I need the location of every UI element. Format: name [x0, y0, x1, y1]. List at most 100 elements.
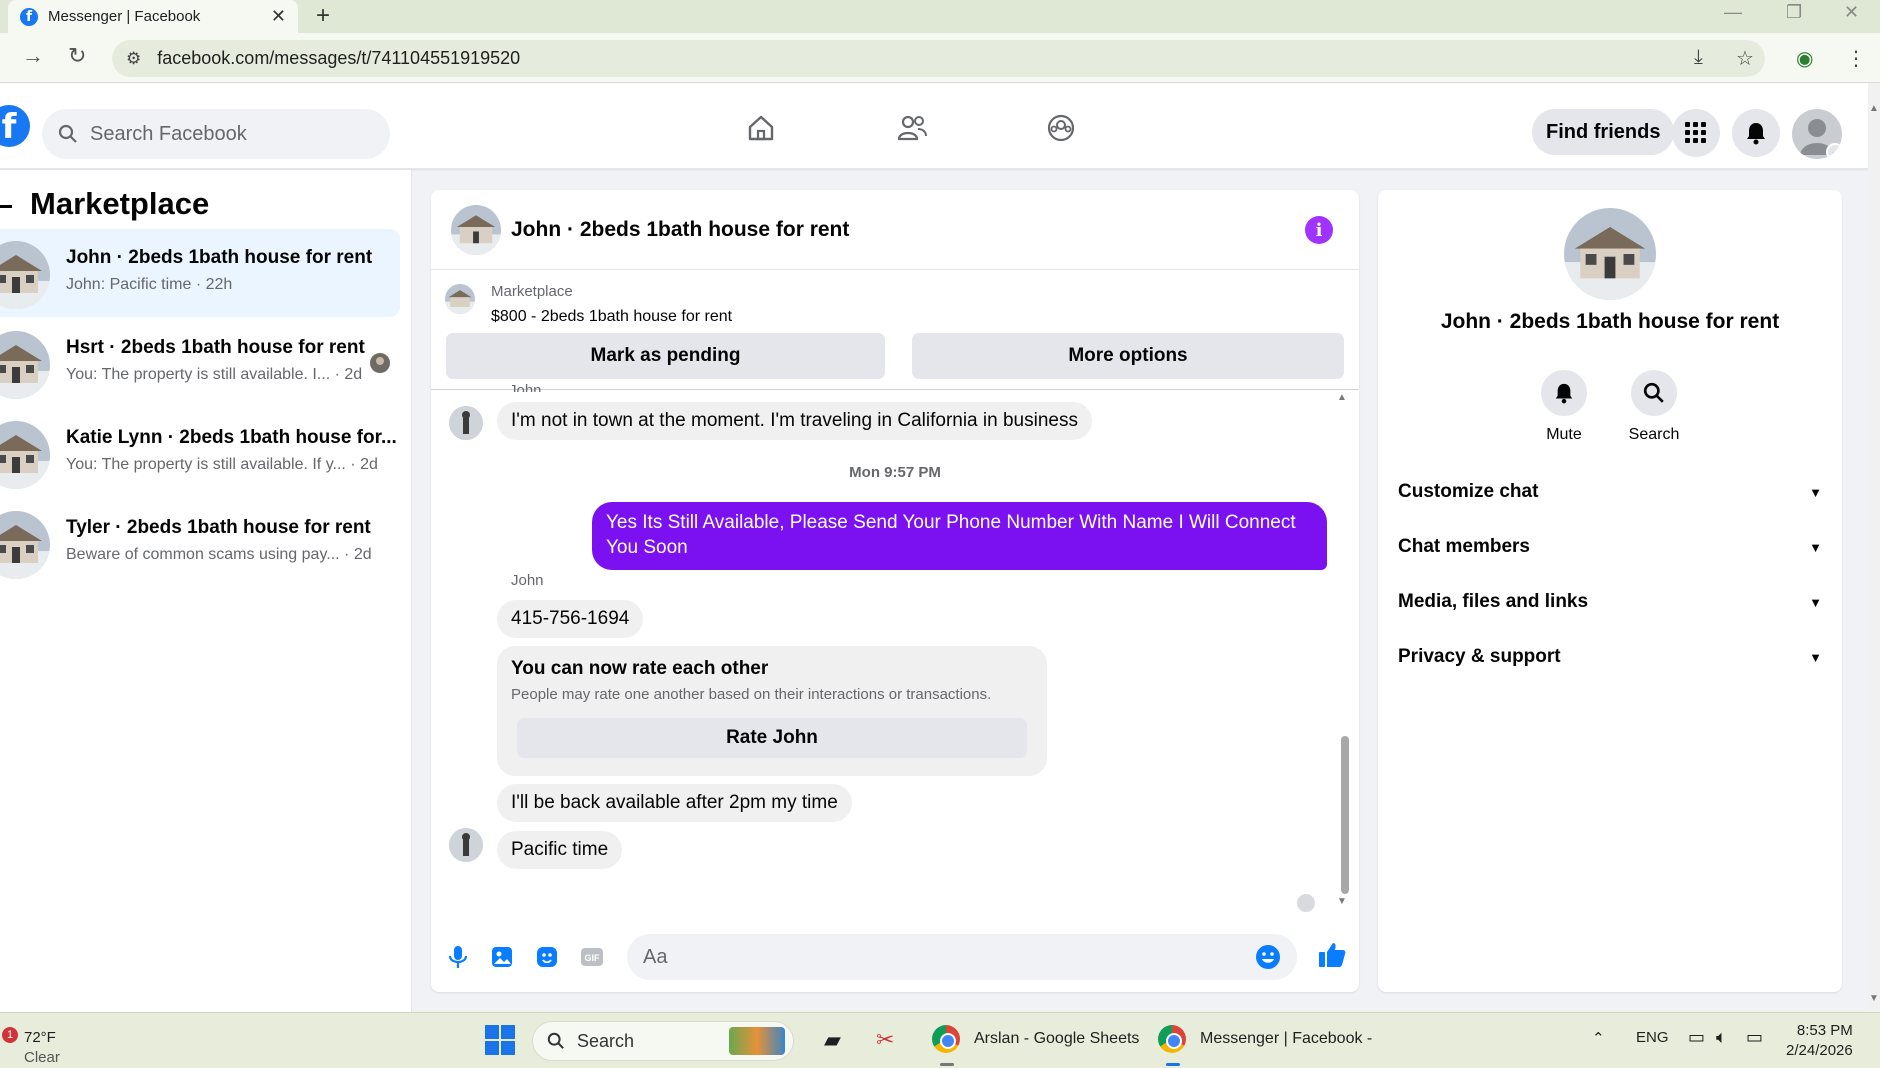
home-icon[interactable]: [746, 113, 776, 143]
rate-john-button[interactable]: Rate John: [517, 718, 1027, 758]
forward-icon[interactable]: →: [22, 43, 44, 69]
conversation-preview: You: The property is still available. I.…: [66, 366, 363, 383]
time-separator: Mon 9:57 PM: [849, 464, 941, 481]
notifications-button[interactable]: [1732, 109, 1780, 157]
volume-icon[interactable]: 🔈︎: [1716, 1027, 1727, 1048]
tab-title: Messenger | Facebook: [48, 8, 201, 25]
gif-icon[interactable]: GIF: [579, 944, 605, 970]
browser-tab-bar: f Messenger | Facebook ✕ + — ❐ ✕: [0, 0, 1880, 33]
conversation-title: Katie Lynn · 2beds 1bath house for...: [66, 427, 397, 448]
taskbar-app-messenger[interactable]: Messenger | Facebook -: [1158, 1025, 1372, 1053]
bookmark-star-icon[interactable]: ☆: [1736, 46, 1754, 71]
emoji-icon[interactable]: [1255, 944, 1281, 970]
chat-details-panel: John · 2beds 1bath house for rent Mute S…: [1378, 190, 1842, 992]
snipping-tool-icon[interactable]: ✂: [876, 1027, 894, 1053]
address-bar: → ↻ ⚙ facebook.com/messages/t/7411045519…: [0, 33, 1880, 83]
conversation-preview: John: Pacific time · 22h: [66, 276, 233, 293]
scroll-up-icon[interactable]: ▲: [1869, 103, 1879, 114]
search-chat-button[interactable]: Search: [1614, 370, 1694, 444]
more-options-button[interactable]: More options: [912, 333, 1344, 379]
profile-icon[interactable]: ◉: [1796, 46, 1813, 71]
page-scrollbar[interactable]: ▲ ▼: [1868, 83, 1880, 1012]
chat-avatar[interactable]: [451, 205, 501, 255]
listing-title[interactable]: $800 - 2beds 1bath house for rent: [491, 308, 732, 326]
url-text: facebook.com/messages/t/741104551919520: [157, 48, 521, 68]
sticker-icon[interactable]: [534, 944, 560, 970]
network-icon[interactable]: ▭: [1688, 1027, 1705, 1048]
install-app-icon[interactable]: ⤓: [1694, 46, 1703, 69]
details-avatar[interactable]: [1564, 208, 1656, 300]
photo-icon[interactable]: [489, 944, 515, 970]
close-window-icon[interactable]: ✕: [1844, 2, 1859, 23]
reload-icon[interactable]: ↻: [68, 43, 86, 69]
listing-thumbnail[interactable]: [445, 284, 475, 314]
new-tab-icon[interactable]: +: [316, 2, 330, 30]
search-label: Search: [1628, 426, 1680, 443]
taskbar-search[interactable]: Search: [532, 1021, 794, 1061]
media-files-row[interactable]: Media, files and links ▼: [1398, 582, 1822, 622]
account-avatar[interactable]: ⌄: [1792, 109, 1842, 159]
conversation-item[interactable]: Katie Lynn · 2beds 1bath house for... Yo…: [0, 409, 400, 497]
weather-condition: Clear: [24, 1049, 60, 1066]
mark-pending-button[interactable]: Mark as pending: [446, 333, 885, 379]
find-friends-button[interactable]: Find friends: [1532, 109, 1675, 155]
scroll-down-icon[interactable]: ▼: [1869, 993, 1879, 1004]
windows-start-icon[interactable]: [485, 1025, 515, 1055]
rating-card: You can now rate each other People may r…: [497, 646, 1047, 776]
scroll-down-icon[interactable]: ▼: [1337, 896, 1347, 907]
search-icon: [1643, 382, 1664, 403]
site-info-icon[interactable]: ⚙: [126, 49, 141, 69]
info-icon[interactable]: i: [1305, 216, 1333, 244]
taskbar-clock[interactable]: 8:53 PM 2/24/2026: [1786, 1021, 1853, 1061]
mute-button[interactable]: Mute: [1524, 370, 1604, 444]
chevron-down-icon: ▼: [1809, 649, 1822, 665]
microphone-icon[interactable]: [445, 944, 471, 970]
url-input[interactable]: ⚙ facebook.com/messages/t/74110455191952…: [112, 40, 1765, 77]
message-input[interactable]: Aa: [627, 934, 1297, 980]
message-bubble: I'm not in town at the moment. I'm trave…: [497, 402, 1092, 440]
friends-icon[interactable]: [896, 113, 928, 143]
message-bubble: 415-756-1694: [497, 600, 644, 638]
conversation-item[interactable]: John · 2beds 1bath house for rent John: …: [0, 229, 400, 317]
conversation-item[interactable]: Hsrt · 2beds 1bath house for rent You: T…: [0, 319, 400, 407]
mute-label: Mute: [1546, 426, 1582, 443]
facebook-logo-icon[interactable]: f: [0, 105, 30, 147]
conversation-item[interactable]: Tyler · 2beds 1bath house for rent Bewar…: [0, 499, 400, 587]
chevron-up-icon[interactable]: ⌃: [1592, 1029, 1605, 1047]
minimize-icon[interactable]: —: [1724, 2, 1742, 23]
browser-tab[interactable]: f Messenger | Facebook ✕: [8, 0, 298, 33]
chat-members-row[interactable]: Chat members ▼: [1398, 527, 1822, 567]
chat-title[interactable]: John · 2beds 1bath house for rent: [511, 218, 849, 242]
rating-title: You can now rate each other: [511, 658, 769, 679]
my-message-bubble: Yes Its Still Available, Please Send You…: [592, 502, 1327, 570]
facebook-search-input[interactable]: Search Facebook: [42, 109, 390, 159]
restore-icon[interactable]: ❐: [1786, 2, 1802, 23]
customize-chat-row[interactable]: Customize chat ▼: [1398, 472, 1822, 512]
chevron-down-icon: ⌄: [1826, 143, 1842, 159]
privacy-support-row[interactable]: Privacy & support ▼: [1398, 637, 1822, 677]
chevron-down-icon: ▼: [1809, 484, 1822, 500]
house-thumbnail: [0, 241, 50, 309]
close-tab-icon[interactable]: ✕: [271, 6, 286, 27]
sender-avatar: [449, 406, 483, 440]
scroll-up-icon[interactable]: ▲: [1337, 392, 1347, 403]
row-label: Media, files and links: [1398, 591, 1589, 612]
grid-icon: [1685, 122, 1706, 143]
conversation-preview: You: The property is still available. If…: [66, 456, 378, 473]
taskbar-app-sheets[interactable]: Arslan - Google Sheets: [932, 1025, 1139, 1053]
marketplace-label: Marketplace: [491, 283, 573, 300]
sender-avatar: [449, 828, 483, 862]
message-bubble: Pacific time: [497, 831, 623, 869]
thumbs-up-icon[interactable]: [1317, 940, 1347, 970]
sticky-notes-icon[interactable]: ▰: [824, 1027, 841, 1053]
language-indicator[interactable]: ENG: [1636, 1029, 1669, 1046]
chrome-icon: [1158, 1025, 1186, 1053]
chat-scroll-thumb[interactable]: [1341, 736, 1349, 894]
collapse-dash-icon[interactable]: [0, 205, 12, 208]
message-list: John I'm not in town at the moment. I'm …: [431, 382, 1359, 920]
conversation-sidebar: Marketplace John · 2beds 1bath house for…: [0, 170, 412, 1012]
menu-grid-button[interactable]: [1672, 109, 1720, 157]
groups-icon[interactable]: [1046, 113, 1076, 143]
battery-icon[interactable]: ▭: [1746, 1027, 1763, 1048]
browser-menu-icon[interactable]: ⋮: [1846, 46, 1866, 71]
